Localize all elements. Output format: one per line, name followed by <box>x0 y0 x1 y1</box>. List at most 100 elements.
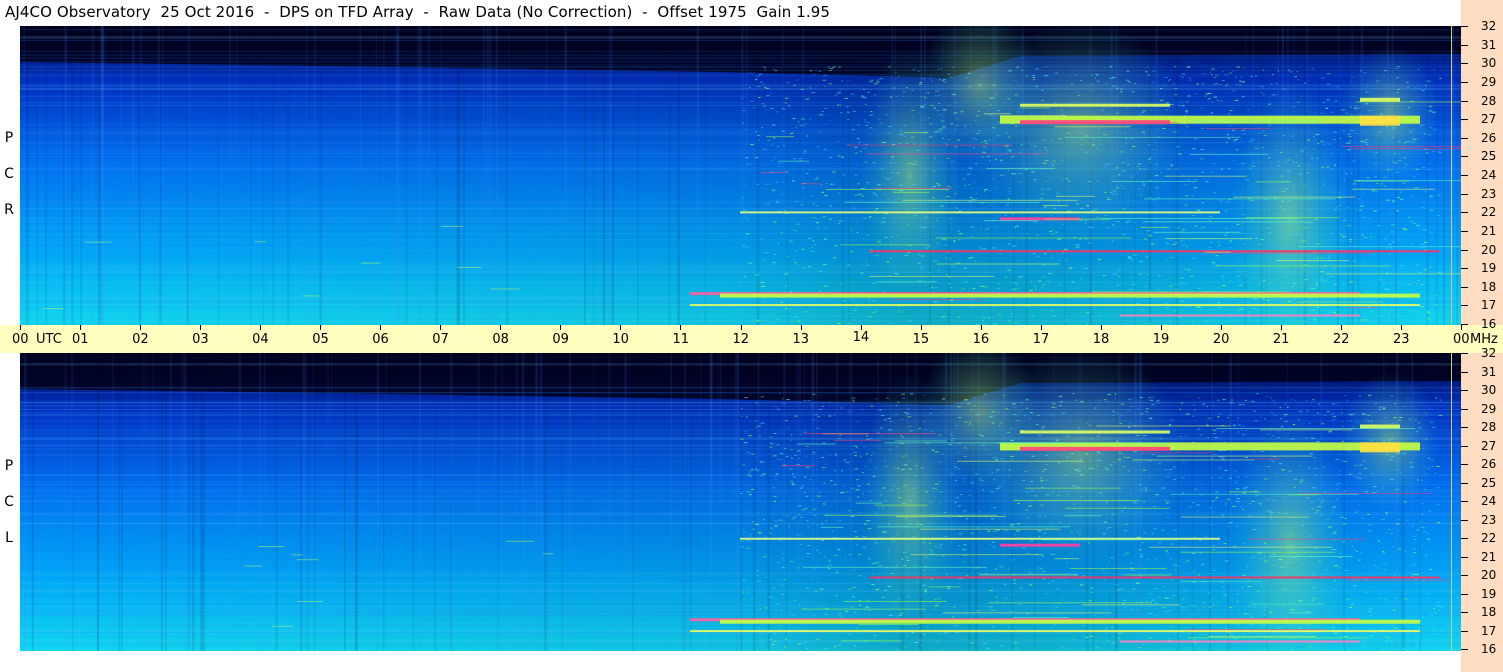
speckle <box>1025 407 1029 409</box>
speckle <box>886 465 889 467</box>
speckle <box>950 160 955 162</box>
speckle <box>1423 229 1427 231</box>
speckle <box>1254 242 1257 244</box>
speckle <box>1060 414 1063 416</box>
speckle <box>1005 597 1007 599</box>
speckle <box>994 457 998 459</box>
speckle <box>856 273 859 275</box>
speckle <box>754 456 757 458</box>
speckle <box>962 561 965 563</box>
speckle <box>754 78 758 80</box>
speckle <box>1281 209 1285 211</box>
speckle <box>853 612 857 614</box>
speckle <box>826 182 829 184</box>
speckle <box>1351 604 1354 606</box>
speckle <box>1271 83 1273 85</box>
speckle <box>826 586 828 588</box>
speckle <box>1119 628 1122 630</box>
speckle <box>1014 125 1018 127</box>
speckle <box>1380 276 1383 278</box>
speckle <box>1203 606 1205 608</box>
speckle <box>1407 466 1410 468</box>
speckle <box>1342 523 1346 525</box>
speckle <box>766 95 770 97</box>
speckle <box>1412 489 1415 491</box>
speckle <box>1278 431 1281 433</box>
speckle <box>762 473 766 475</box>
speckle <box>938 131 943 133</box>
speckle <box>1189 646 1191 648</box>
speckle <box>988 475 991 477</box>
speckle <box>1331 412 1334 414</box>
speckle <box>1276 161 1280 163</box>
speckle <box>1014 311 1019 313</box>
speckle <box>1143 469 1146 471</box>
speckle <box>1413 176 1415 178</box>
speckle <box>848 633 851 635</box>
speckle <box>1260 92 1263 94</box>
speckle <box>1038 150 1042 152</box>
speckle <box>1251 556 1256 558</box>
speckle <box>1432 600 1437 602</box>
speckle <box>833 501 836 503</box>
interference-line <box>936 263 1060 265</box>
speckle <box>1238 84 1242 86</box>
speckle <box>868 316 872 318</box>
speckle <box>1179 569 1182 571</box>
speckle <box>1169 424 1172 426</box>
speckle <box>1392 127 1396 129</box>
speckle <box>1139 260 1143 262</box>
speckle <box>1033 253 1036 255</box>
speckle <box>1195 306 1198 308</box>
speckle <box>872 300 876 302</box>
speckle <box>1381 487 1384 489</box>
speckle <box>1344 173 1349 175</box>
speckle <box>899 190 904 192</box>
speckle <box>1410 644 1415 646</box>
speckle <box>805 98 810 100</box>
speckle <box>812 407 814 409</box>
speckle <box>1180 240 1183 242</box>
speckle <box>860 199 863 201</box>
speckle <box>1395 78 1399 80</box>
speckle <box>909 499 913 501</box>
speckle <box>1186 126 1189 128</box>
speckle <box>1121 145 1126 147</box>
speckle <box>947 139 951 141</box>
speckle <box>1119 588 1124 590</box>
interference-line <box>302 295 319 297</box>
speckle <box>1383 176 1387 178</box>
speckle <box>1419 126 1423 128</box>
speckle <box>1152 199 1156 201</box>
speckle <box>1042 471 1045 473</box>
speckle <box>822 284 827 286</box>
speckle <box>1191 243 1196 245</box>
speckle <box>818 290 822 292</box>
speckle <box>1316 157 1319 159</box>
speckle <box>1163 202 1167 204</box>
speckle <box>982 316 987 318</box>
speckle <box>813 508 816 510</box>
speckle <box>1264 418 1267 420</box>
speckle <box>950 186 952 188</box>
speckle <box>1109 557 1114 559</box>
speckle <box>1383 635 1386 637</box>
speckle <box>1403 229 1408 231</box>
speckle <box>1155 588 1158 590</box>
speckle <box>852 399 855 401</box>
speckle <box>942 127 946 129</box>
speckle <box>1294 97 1297 99</box>
hline <box>20 105 1461 107</box>
speckle <box>992 97 995 99</box>
speckle <box>1421 197 1423 199</box>
speckle <box>1404 550 1407 552</box>
speckle <box>1270 213 1273 215</box>
speckle <box>954 193 957 195</box>
speckle <box>1340 516 1344 518</box>
speckle <box>874 467 877 469</box>
speckle <box>1068 493 1070 495</box>
speckle <box>1229 280 1232 282</box>
speckle <box>1403 313 1408 315</box>
speckle <box>800 533 802 535</box>
speckle <box>1066 132 1071 134</box>
